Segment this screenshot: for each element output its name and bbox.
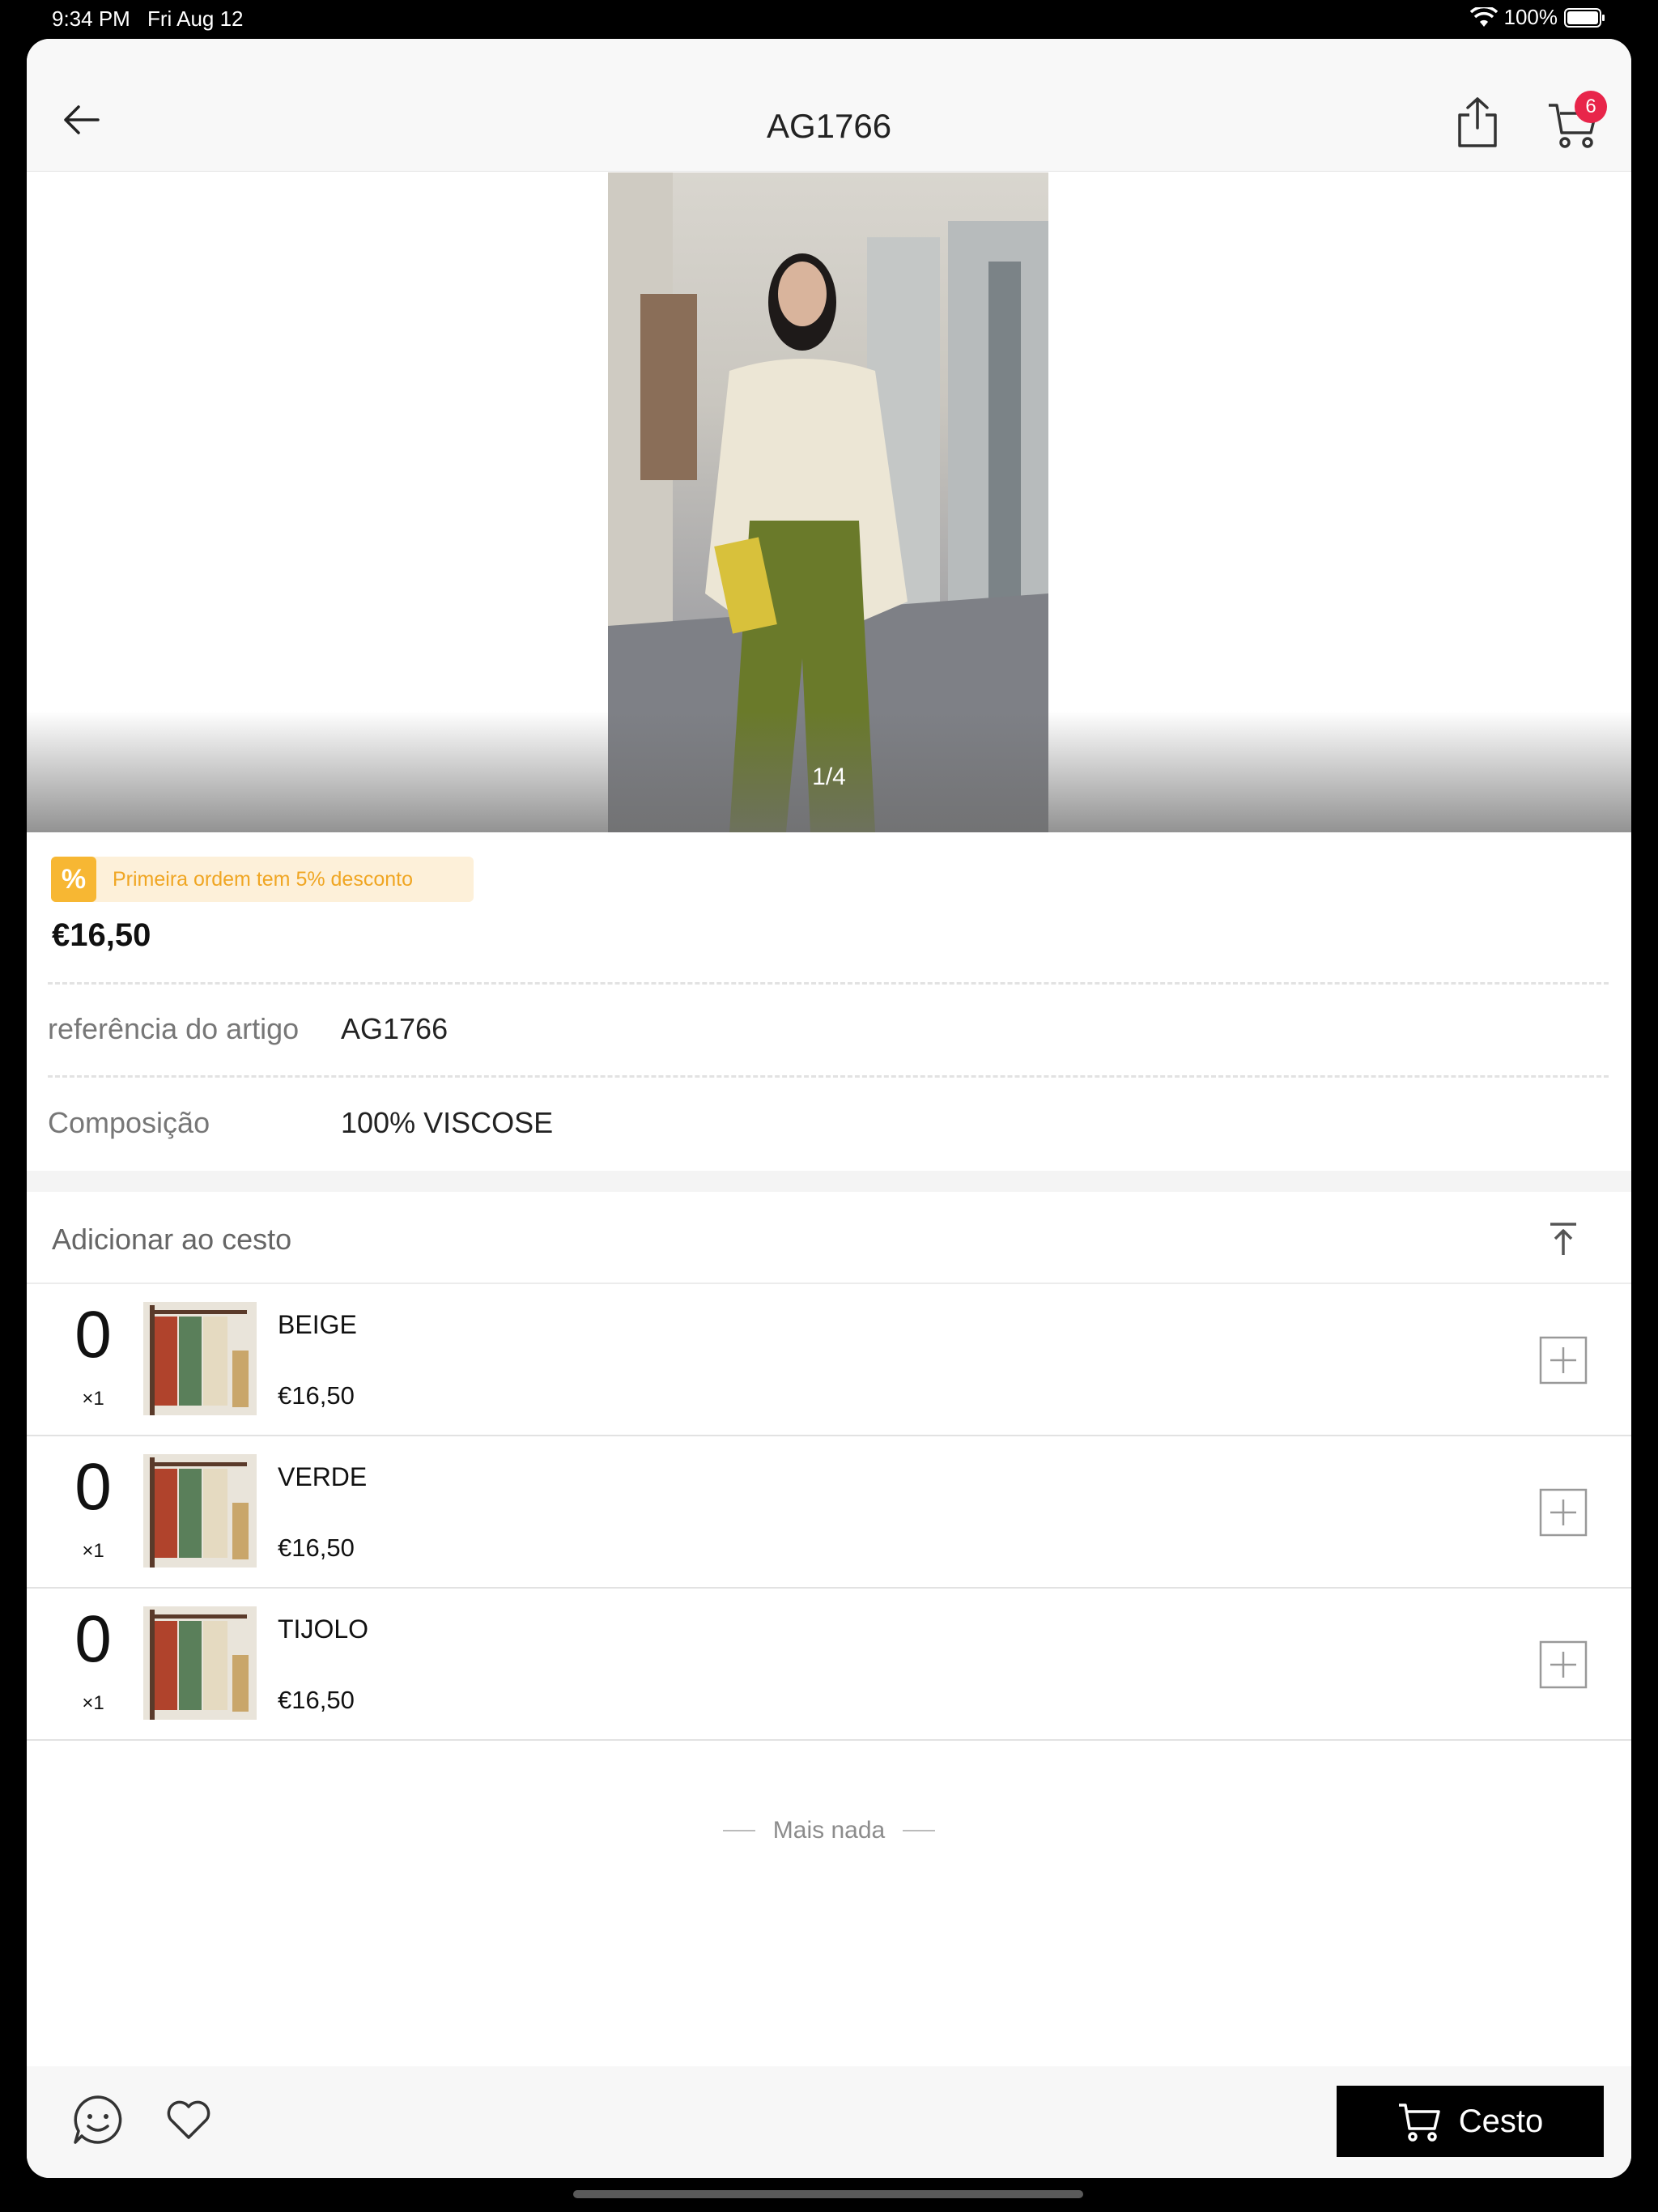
share-icon <box>1458 97 1497 147</box>
chat-button[interactable] <box>72 2094 124 2146</box>
divider <box>48 1075 1609 1078</box>
variant-multiplier: ×1 <box>82 1692 104 1714</box>
favorite-button[interactable] <box>164 2095 213 2144</box>
variant-quantity: 0 <box>74 1298 112 1372</box>
page-title: AG1766 <box>766 107 892 145</box>
wifi-icon <box>1469 6 1498 28</box>
add-verde-button[interactable] <box>1539 1488 1588 1537</box>
scroll-top-icon[interactable] <box>1544 1219 1583 1258</box>
chat-icon <box>74 2095 122 2144</box>
product-image-carousel[interactable]: 1/4 <box>27 172 1631 832</box>
bottom-action-bar: Cesto <box>27 2066 1631 2178</box>
home-indicator[interactable] <box>573 2190 1083 2198</box>
variant-price: €16,50 <box>278 1534 355 1562</box>
product-price: €16,50 <box>52 917 151 953</box>
variant-price: €16,50 <box>278 1686 355 1714</box>
heart-icon <box>167 2100 210 2139</box>
section-separator <box>27 1171 1631 1192</box>
percent-icon: % <box>51 857 96 902</box>
variant-name: TIJOLO <box>278 1614 369 1644</box>
composition-value: 100% VISCOSE <box>341 1106 554 1139</box>
divider <box>903 1830 936 1831</box>
end-of-list-text: Mais nada <box>772 1817 886 1844</box>
divider <box>722 1830 755 1831</box>
status-bar: 9:34 PM Fri Aug 12 100% <box>0 0 1658 39</box>
variant-row-beige: 0 ×1 BEIGE €16,50 <box>27 1284 1631 1436</box>
add-tijolo-button[interactable] <box>1539 1640 1588 1689</box>
go-to-cart-button[interactable]: Cesto <box>1337 2086 1604 2157</box>
variant-row-verde: 0 ×1 VERDE €16,50 <box>27 1436 1631 1589</box>
share-button[interactable] <box>1453 96 1502 149</box>
variant-multiplier: ×1 <box>82 1540 104 1562</box>
variant-thumbnail <box>143 1454 257 1568</box>
variant-multiplier: ×1 <box>82 1388 104 1410</box>
reference-value: AG1766 <box>341 1012 449 1045</box>
cart-button-label: Cesto <box>1458 2103 1544 2139</box>
variant-thumbnail <box>143 1606 257 1720</box>
plus-icon <box>1539 1336 1588 1385</box>
status-date: Fri Aug 12 <box>147 6 244 31</box>
plus-icon <box>1539 1488 1588 1537</box>
divider <box>48 982 1609 985</box>
add-beige-button[interactable] <box>1539 1336 1588 1385</box>
nav-bar: AG1766 6 <box>27 39 1631 172</box>
plus-icon <box>1539 1640 1588 1689</box>
promo-text: Primeira ordem tem 5% desconto <box>113 867 413 891</box>
battery-percent: 100% <box>1503 5 1558 29</box>
status-time: 9:34 PM <box>52 6 130 31</box>
variant-name: VERDE <box>278 1462 368 1491</box>
variant-row-tijolo: 0 ×1 TIJOLO €16,50 <box>27 1589 1631 1741</box>
variant-quantity: 0 <box>74 1602 112 1676</box>
variant-thumbnail <box>143 1302 257 1415</box>
status-indicators: 100% <box>1469 5 1607 30</box>
add-to-cart-title: Adicionar ao cesto <box>52 1223 292 1256</box>
variant-price: €16,50 <box>278 1381 355 1410</box>
end-of-list: Mais nada <box>27 1817 1631 1844</box>
battery-icon <box>1564 7 1606 28</box>
reference-label: referência do artigo <box>48 1012 300 1045</box>
composition-label: Composição <box>48 1106 210 1139</box>
product-sheet: AG1766 6 1/4 % Primeira ordem tem 5% des… <box>27 39 1631 2178</box>
image-counter: 1/4 <box>812 764 846 790</box>
variant-name: BEIGE <box>278 1310 357 1339</box>
cart-count-badge: 6 <box>1575 91 1607 123</box>
cart-icon <box>1398 2104 1440 2142</box>
first-order-promo: % Primeira ordem tem 5% desconto <box>51 857 474 902</box>
variant-quantity: 0 <box>74 1450 112 1524</box>
add-to-cart-header: Adicionar ao cesto <box>27 1192 1631 1284</box>
